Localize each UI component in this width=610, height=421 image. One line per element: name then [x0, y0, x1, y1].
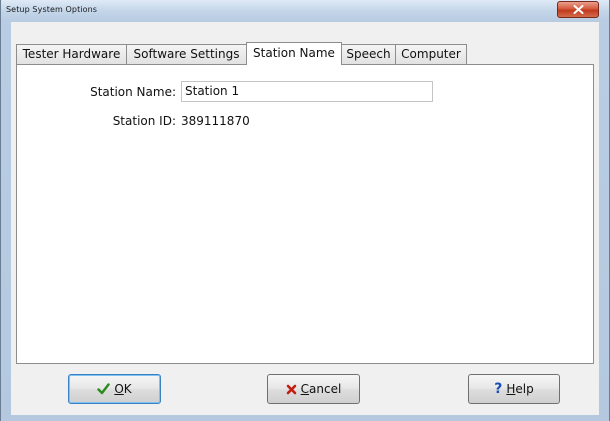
cancel-button-label: Cancel: [300, 382, 342, 396]
tab-station-name[interactable]: Station Name: [246, 42, 342, 65]
tab-speech[interactable]: Speech: [341, 44, 396, 64]
cancel-button[interactable]: Cancel: [267, 374, 360, 404]
dialog-client-area: Tester Hardware Software Settings Statio…: [11, 22, 599, 415]
dialog-window: Setup System Options Tester Hardware Sof…: [0, 0, 610, 421]
title-bar[interactable]: Setup System Options: [1, 0, 609, 22]
close-button[interactable]: [557, 1, 599, 18]
tab-tester-hardware[interactable]: Tester Hardware: [16, 44, 127, 64]
station-name-input[interactable]: Station 1: [181, 81, 433, 102]
station-id-value: 389111870: [181, 114, 250, 128]
station-name-panel: [16, 64, 594, 364]
help-button-label: Help: [506, 382, 534, 396]
x-icon: [286, 384, 296, 394]
question-mark-icon: ?: [494, 381, 503, 397]
station-name-label: Station Name:: [90, 85, 176, 99]
ok-button-label: OK: [114, 382, 132, 396]
tab-software-settings[interactable]: Software Settings: [126, 44, 247, 64]
checkmark-icon: [97, 383, 111, 395]
station-id-label: Station ID:: [112, 114, 176, 128]
tab-computer[interactable]: Computer: [395, 44, 467, 64]
help-button[interactable]: ? Help: [468, 374, 560, 404]
window-title: Setup System Options: [6, 5, 98, 14]
ok-button[interactable]: OK: [68, 374, 161, 404]
close-icon: [573, 5, 584, 14]
